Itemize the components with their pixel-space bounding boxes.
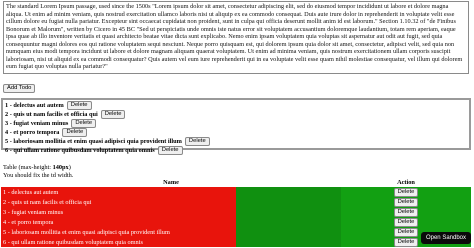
name-cell: 2 - quis ut nam facilis et officia qui	[1, 197, 236, 207]
list-item: 3 - fugiat veniam minus Delete	[5, 119, 467, 129]
spacer-cell	[236, 227, 341, 237]
lorem-textarea[interactable]: The standard Lorem Ipsum passage, used s…	[3, 1, 469, 74]
list-item: 5 - laboriosam mollitia et enim quasi ad…	[5, 137, 467, 147]
caption-prefix: Table (max-height:	[3, 164, 53, 171]
spacer-cell	[236, 237, 341, 247]
action-cell: Delete	[341, 217, 471, 227]
spacer-cell	[236, 187, 341, 197]
todo-label: 6 - qui ullam ratione quibusdam voluptat…	[5, 147, 155, 154]
todo-label: 4 - et porro tempora	[5, 129, 60, 136]
caption-max-height: 140px	[52, 164, 69, 171]
spacer-cell	[236, 217, 341, 227]
delete-button[interactable]: Delete	[393, 198, 419, 207]
table-caption: Table (max-height: 140px) You should fix…	[3, 164, 73, 179]
list-item: 4 - et porro tempora Delete	[5, 128, 467, 138]
table-row: 4 - et porro tempora Delete	[1, 217, 471, 227]
table-row: 3 - fugiat veniam minus Delete	[1, 207, 471, 217]
delete-button[interactable]: Delete	[393, 238, 419, 247]
open-sandbox-button[interactable]: Open Sandbox	[420, 232, 471, 244]
delete-button[interactable]: Delete	[100, 110, 126, 120]
spacer-cell	[236, 197, 341, 207]
name-cell: 5 - laboriosam mollitia et enim quasi ad…	[1, 227, 236, 237]
todo-label: 3 - fugiat veniam minus	[5, 120, 69, 127]
name-cell: 4 - et porro tempora	[1, 217, 236, 227]
table-row: 6 - qui ullam ratione quibusdam voluptat…	[1, 237, 471, 247]
delete-button[interactable]: Delete	[393, 218, 419, 227]
delete-button[interactable]: Delete	[184, 137, 210, 147]
delete-button[interactable]: Delete	[62, 128, 88, 138]
todo-list: 1 - delectus aut autem Delete 2 - quis ut…	[1, 98, 471, 156]
action-cell: Delete	[341, 207, 471, 217]
todo-table: Name Action 1 - delectus aut autem Delete…	[1, 179, 471, 247]
name-cell: 1 - delectus aut autem	[1, 187, 236, 197]
list-item: 1 - delectus aut autem Delete	[5, 101, 467, 111]
todo-label: 2 - quis ut nam facilis et officia qui	[5, 111, 98, 118]
add-todo-button[interactable]: Add Todo	[3, 84, 36, 93]
caption-suffix: )	[68, 164, 71, 171]
delete-button[interactable]: Delete	[157, 146, 183, 156]
action-cell: Delete	[341, 187, 471, 197]
name-header: Name	[163, 179, 179, 186]
todo-label: 5 - laboriosam mollitia et enim quasi ad…	[5, 138, 182, 145]
name-cell: 3 - fugiat veniam minus	[1, 207, 236, 217]
todo-label: 1 - delectus aut autem	[5, 102, 64, 109]
name-cell: 6 - qui ullam ratione quibusdam voluptat…	[1, 237, 236, 247]
spacer-cell	[236, 207, 341, 217]
action-header: Action	[397, 179, 415, 186]
delete-button[interactable]: Delete	[393, 228, 419, 237]
list-item: 6 - qui ullam ratione quibusdam voluptat…	[5, 146, 467, 156]
table-row: 1 - delectus aut autem Delete	[1, 187, 471, 197]
delete-button[interactable]: Delete	[393, 208, 419, 217]
caption-note: You should fix the td width.	[3, 171, 74, 179]
delete-button[interactable]: Delete	[393, 188, 419, 197]
table-row: 5 - laboriosam mollitia et enim quasi ad…	[1, 227, 471, 237]
delete-button[interactable]: Delete	[66, 101, 92, 111]
action-cell: Delete	[341, 197, 471, 207]
table-row: 2 - quis ut nam facilis et officia qui De…	[1, 197, 471, 207]
delete-button[interactable]: Delete	[71, 119, 97, 129]
list-item: 2 - quis ut nam facilis et officia qui De…	[5, 110, 467, 120]
